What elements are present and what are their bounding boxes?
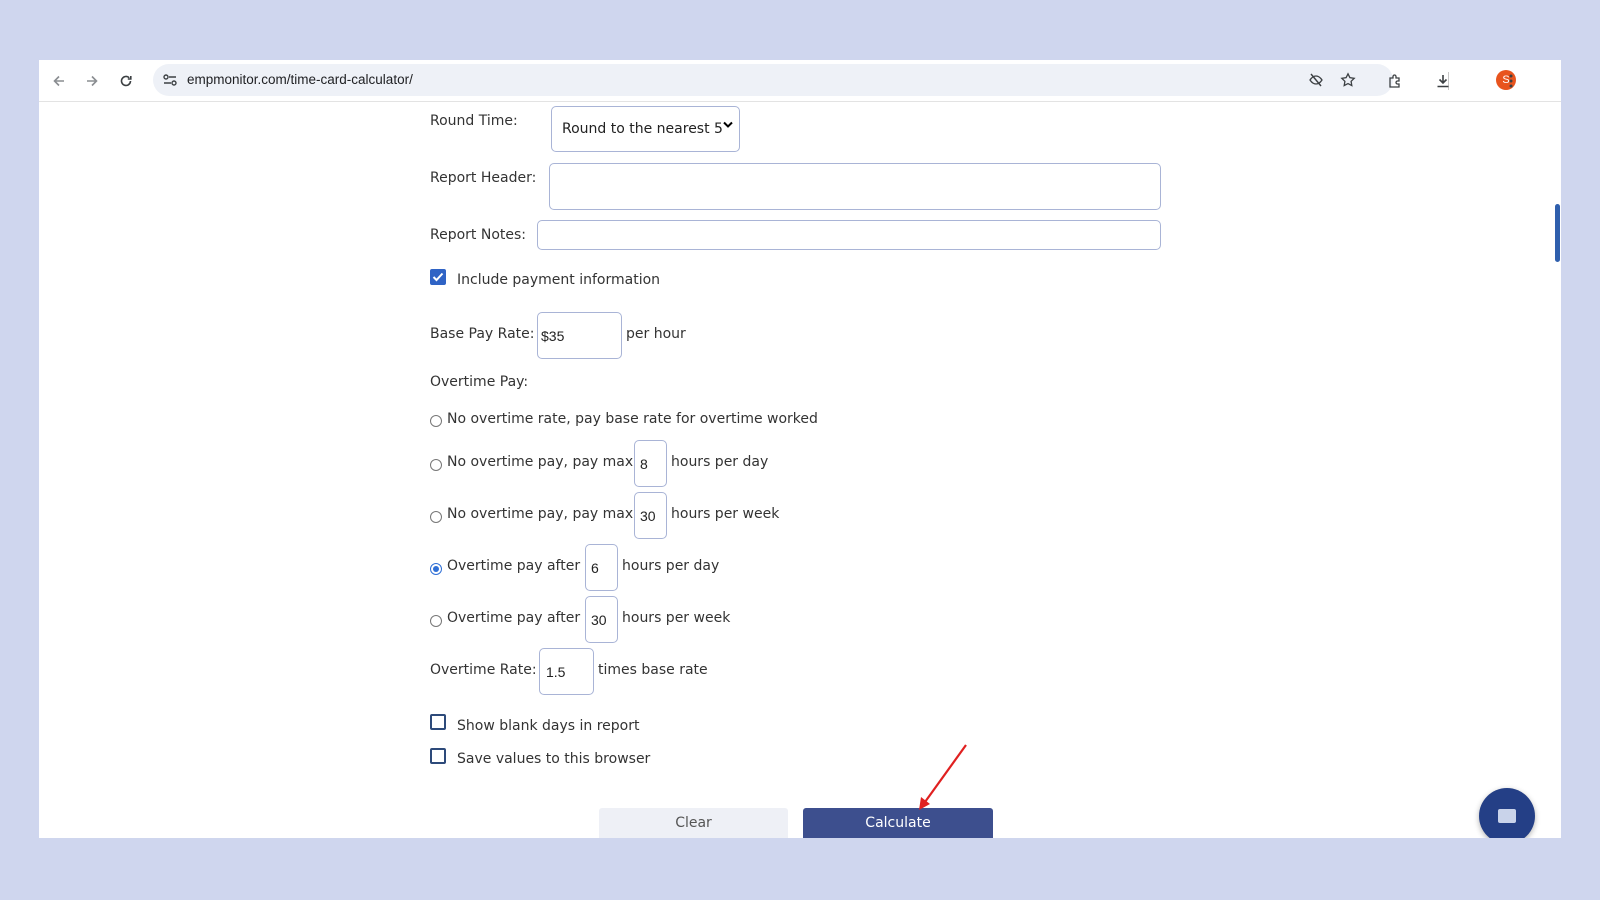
overtime-rate-input[interactable]: 1.5 — [539, 648, 594, 695]
base-pay-input[interactable]: $35 — [537, 312, 622, 359]
overtime-after-day-input[interactable]: 6 — [585, 544, 618, 591]
base-pay-suffix: per hour — [626, 326, 686, 342]
back-icon[interactable] — [47, 69, 71, 93]
overtime-option-suffix: hours per day — [622, 558, 720, 574]
chat-icon — [1498, 809, 1516, 823]
overtime-pay-label: Overtime Pay: — [430, 374, 529, 390]
overtime-option-suffix: hours per week — [671, 506, 780, 522]
save-values-checkbox[interactable] — [430, 748, 446, 764]
address-bar[interactable]: empmonitor.com/time-card-calculator/ — [153, 64, 1393, 96]
overtime-option-radio[interactable] — [430, 511, 442, 523]
max-hours-per-week-input[interactable]: 30 — [634, 492, 667, 539]
download-icon[interactable] — [1431, 69, 1455, 93]
include-payment-checkbox[interactable] — [430, 269, 446, 285]
round-time-value: Round to the nearest 5 — [562, 121, 723, 137]
report-notes-textarea[interactable] — [537, 220, 1161, 250]
page-content: Round Time: Round to the nearest 5 Repor… — [39, 102, 1561, 838]
max-hours-per-day-input[interactable]: 8 — [634, 440, 667, 487]
browser-window: empmonitor.com/time-card-calculator/ S R… — [39, 60, 1561, 838]
report-header-label: Report Header: — [430, 170, 537, 186]
base-pay-label: Base Pay Rate: — [430, 326, 535, 342]
overtime-option-radio-selected[interactable] — [430, 563, 442, 575]
overtime-option-label: Overtime pay after — [447, 610, 581, 626]
overtime-option-suffix: hours per day — [671, 454, 769, 470]
overtime-option-radio[interactable] — [430, 615, 442, 627]
include-payment-label: Include payment information — [457, 272, 661, 288]
round-time-select[interactable]: Round to the nearest 5 — [551, 106, 740, 152]
overtime-option-label: Overtime pay after — [447, 558, 581, 574]
show-blank-days-checkbox[interactable] — [430, 714, 446, 730]
overtime-rate-suffix: times base rate — [598, 662, 708, 678]
site-info-icon[interactable] — [161, 71, 179, 89]
overtime-rate-label: Overtime Rate: — [430, 662, 537, 678]
report-notes-label: Report Notes: — [430, 227, 527, 243]
overtime-option-label: No overtime rate, pay base rate for over… — [447, 411, 818, 427]
kebab-menu-icon[interactable] — [1499, 69, 1523, 93]
scrollbar-thumb[interactable] — [1555, 204, 1560, 262]
chevron-down-icon — [723, 121, 733, 132]
browser-toolbar: empmonitor.com/time-card-calculator/ S — [39, 60, 1561, 102]
calculate-button[interactable]: Calculate — [803, 808, 993, 838]
save-values-label: Save values to this browser — [457, 751, 651, 767]
forward-icon[interactable] — [80, 69, 104, 93]
extensions-icon[interactable] — [1383, 69, 1407, 93]
report-header-input[interactable] — [549, 163, 1161, 210]
show-blank-days-label: Show blank days in report — [457, 718, 640, 734]
overtime-option-radio[interactable] — [430, 415, 442, 427]
overtime-option-suffix: hours per week — [622, 610, 731, 626]
annotation-arrow — [919, 744, 967, 810]
url-text: empmonitor.com/time-card-calculator/ — [187, 72, 413, 87]
overtime-option-radio[interactable] — [430, 459, 442, 471]
star-icon[interactable] — [1339, 71, 1357, 89]
chat-widget-button[interactable] — [1479, 788, 1535, 838]
overtime-option-label: No overtime pay, pay max — [447, 454, 634, 470]
eye-off-icon[interactable] — [1307, 71, 1325, 89]
overtime-option-label: No overtime pay, pay max — [447, 506, 634, 522]
reload-icon[interactable] — [114, 69, 138, 93]
overtime-after-week-input[interactable]: 30 — [585, 596, 618, 643]
clear-button[interactable]: Clear — [599, 808, 788, 838]
round-time-label: Round Time: — [430, 113, 518, 129]
